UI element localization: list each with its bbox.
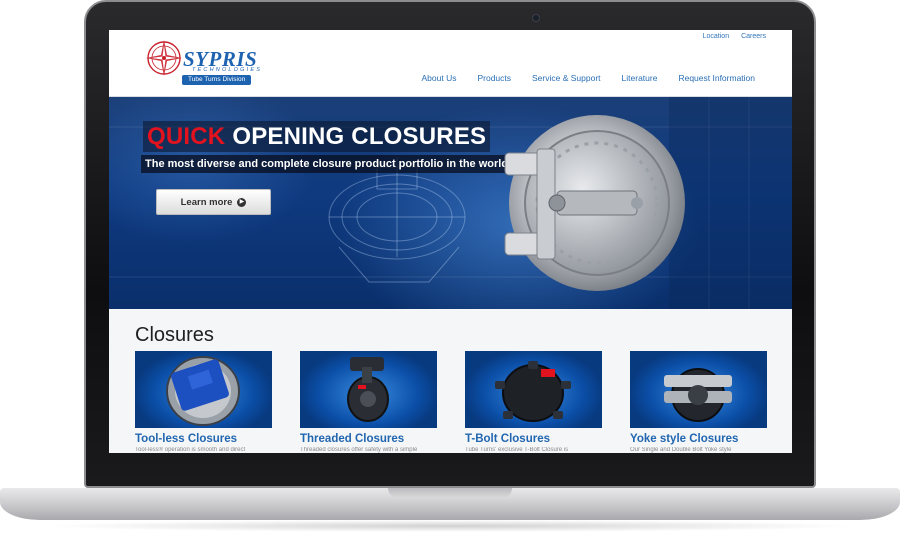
sypris-logo[interactable]: SYPRIS TECHNOLOGIES Tube Turns Division [145, 39, 260, 87]
card-title[interactable]: Threaded Closures [300, 433, 437, 445]
yoke-style-closure-image [664, 368, 732, 422]
learn-more-button[interactable]: Learn more ▶ [156, 189, 271, 215]
laptop-notch [388, 488, 512, 498]
util-link-careers[interactable]: Careers [741, 33, 766, 40]
card-tool-less-closures[interactable]: Tool-less Closures Tool-less® operation … [135, 351, 272, 453]
compass-logo-icon [146, 40, 182, 76]
util-link-location[interactable]: Location [703, 33, 729, 40]
nav-request-information[interactable]: Request Information [678, 73, 755, 83]
division-badge: Tube Turns Division [182, 75, 252, 85]
hero-title-rest: OPENING CLOSURES [232, 122, 487, 150]
hero-title: QUICK OPENING CLOSURES [143, 121, 491, 152]
card-title[interactable]: Yoke style Closures [630, 433, 767, 445]
card-title[interactable]: T-Bolt Closures [465, 433, 602, 445]
card-t-bolt-closures[interactable]: T-Bolt Closures Tube Turns' exclusive T-… [465, 351, 602, 453]
card-description: Threaded closures offer safety with a si… [300, 447, 418, 453]
card-threaded-closures[interactable]: Threaded Closures Threaded closures offe… [300, 351, 437, 453]
hero-title-accent: QUICK [147, 122, 226, 150]
card-yoke-style-closures[interactable]: Yoke style Closures Our Single and Doubl… [630, 351, 767, 453]
nav-about-us[interactable]: About Us [422, 73, 457, 83]
webcam-icon [532, 14, 540, 22]
threaded-closure-image [347, 357, 389, 422]
card-image[interactable] [465, 351, 602, 428]
card-description: Tool-less® operation is smooth and direc… [135, 447, 246, 453]
laptop-shadow [40, 520, 860, 532]
nav-literature[interactable]: Literature [622, 73, 658, 83]
card-image[interactable] [630, 351, 767, 428]
closure-door-image [504, 115, 685, 291]
section-title: Closures [135, 324, 214, 346]
card-description: Tube Turns' exclusive T-Bolt Closure is [465, 447, 569, 453]
nav-service-support[interactable]: Service & Support [532, 73, 601, 83]
learn-more-label: Learn more [180, 196, 233, 208]
main-nav: About Us Products Service & Support Lite… [422, 73, 756, 83]
card-description: Our Single and Double Bolt Yoke style [630, 447, 732, 453]
laptop-base [0, 488, 900, 520]
card-title[interactable]: Tool-less Closures [135, 433, 272, 445]
arrow-right-circle-icon: ▶ [237, 197, 247, 207]
hero-subtitle: The most diverse and complete closure pr… [141, 155, 513, 173]
hero-banner: QUICK OPENING CLOSURES The most diverse … [109, 97, 792, 309]
utility-nav: Location Careers [703, 33, 766, 40]
browser-screen: SYPRIS TECHNOLOGIES Tube Turns Division … [109, 30, 792, 453]
site-header: SYPRIS TECHNOLOGIES Tube Turns Division … [109, 30, 792, 97]
tool-less-closure-image [166, 356, 240, 426]
logo-subtitle: TECHNOLOGIES [192, 67, 263, 73]
closures-section: Closures Tool-less Closures Tool-less® o… [109, 309, 792, 453]
t-bolt-closure-image [495, 361, 571, 422]
nav-products[interactable]: Products [477, 73, 511, 83]
card-image[interactable] [135, 351, 272, 428]
closures-card-list: Tool-less Closures Tool-less® operation … [135, 351, 767, 453]
card-image[interactable] [300, 351, 437, 428]
